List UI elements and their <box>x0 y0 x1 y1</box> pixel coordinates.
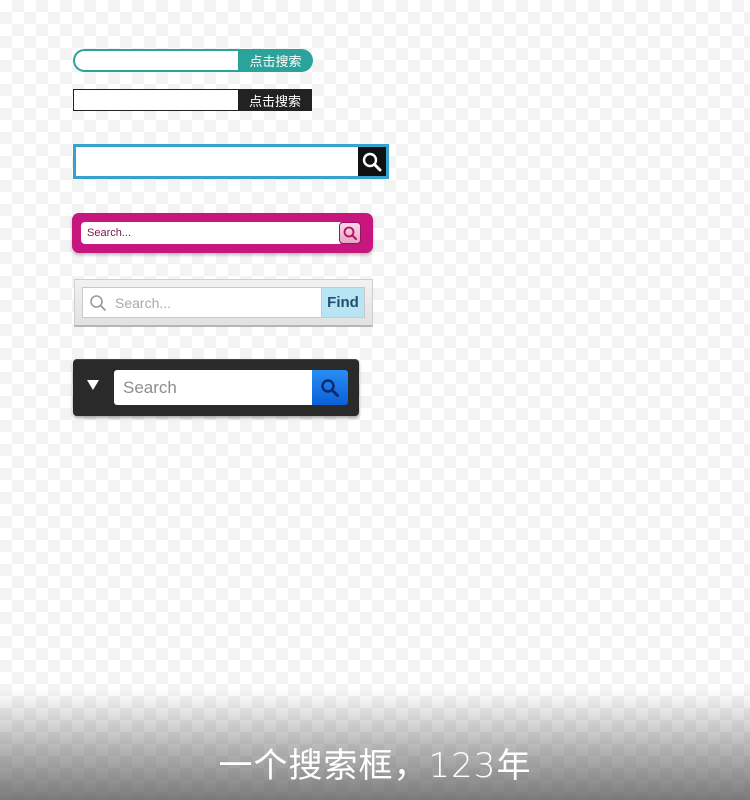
find-button[interactable]: Find <box>321 288 364 317</box>
triangle-down-icon <box>87 380 99 390</box>
search-input[interactable] <box>73 89 238 111</box>
dropdown-toggle[interactable] <box>86 378 100 392</box>
search-bar-dark <box>73 359 359 416</box>
search-input[interactable] <box>115 292 315 314</box>
search-input[interactable] <box>114 370 330 405</box>
search-bar-magenta <box>72 213 373 253</box>
search-icon <box>90 295 106 311</box>
caption-text: 一个搜索框，123年 <box>218 746 532 786</box>
search-button[interactable]: 点击搜索 <box>238 49 313 72</box>
search-input[interactable] <box>81 222 343 244</box>
search-bar-teal: 点击搜索 <box>73 49 313 72</box>
search-button[interactable]: 点击搜索 <box>238 89 312 111</box>
search-button[interactable] <box>312 370 348 405</box>
search-input[interactable] <box>76 147 358 176</box>
search-button[interactable] <box>358 147 386 176</box>
search-input[interactable] <box>73 49 238 72</box>
search-icon <box>343 226 357 240</box>
search-bar-grey: Find <box>74 279 373 327</box>
search-bar-black: 点击搜索 <box>73 89 312 111</box>
search-button[interactable] <box>339 222 361 244</box>
search-field: Find <box>82 287 365 318</box>
search-icon <box>321 378 339 397</box>
search-icon <box>362 152 382 171</box>
search-bar-blue <box>73 144 389 179</box>
